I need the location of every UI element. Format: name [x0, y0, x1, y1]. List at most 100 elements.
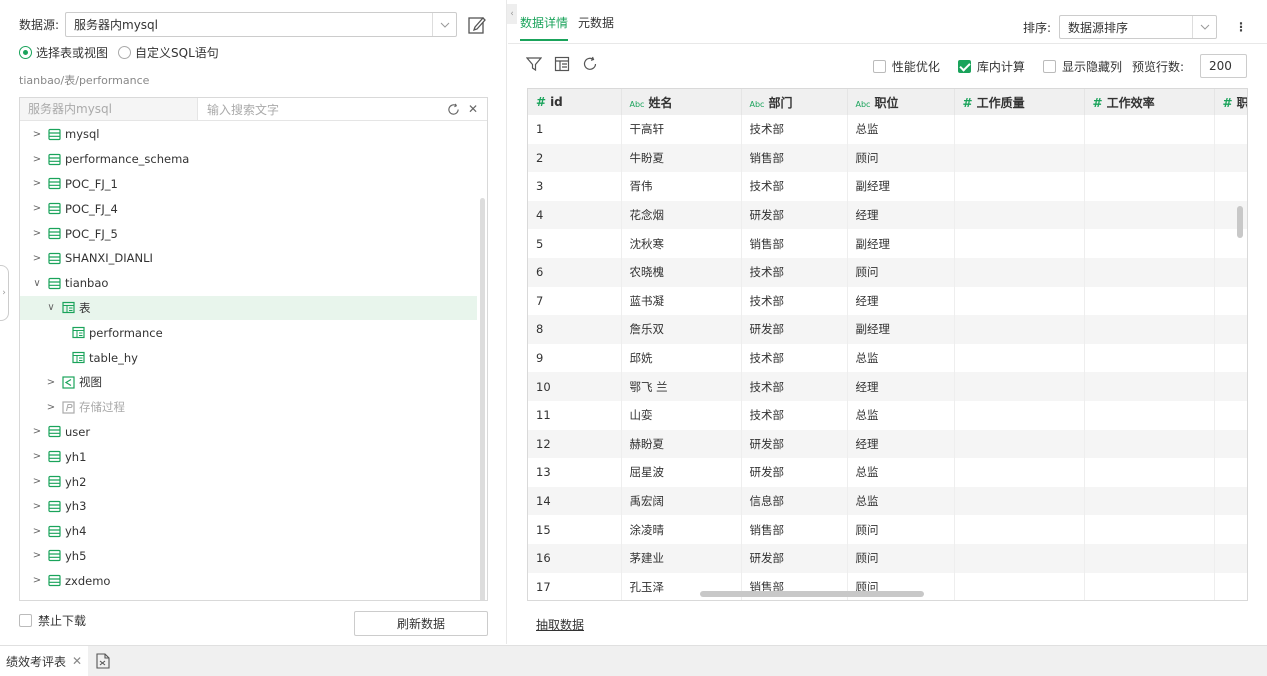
filter-icon[interactable]	[526, 56, 542, 72]
column-header[interactable]: # 工作质量	[954, 89, 1085, 115]
expand-handle[interactable]: ›	[0, 265, 9, 321]
sort-row: 排序: 数据源排序 ⋮	[1023, 15, 1247, 39]
tree-item[interactable]: > yh5	[20, 544, 477, 569]
table-row[interactable]: 11 山娈 技术部 总监	[528, 400, 1247, 430]
table-cell	[1214, 315, 1247, 344]
tree-item[interactable]: > mysql	[20, 122, 477, 147]
tree-item[interactable]: ∨ 表	[20, 295, 477, 321]
inmem-checkbox[interactable]	[957, 59, 971, 73]
close-icon[interactable]: ✕	[72, 654, 82, 668]
tree-item[interactable]: > user	[20, 420, 477, 445]
table-row[interactable]: 16 茅建业 研发部 顾问	[528, 543, 1247, 573]
table-row[interactable]: 6 农晓槐 技术部 顾问	[528, 257, 1247, 287]
chevron-right-icon[interactable]: >	[30, 526, 44, 537]
chevron-right-icon[interactable]: >	[30, 129, 44, 140]
tree-item[interactable]: > SHANXI_DIANLI	[20, 246, 477, 271]
tree-item[interactable]: ∨ tianbao	[20, 271, 477, 296]
chevron-right-icon[interactable]: >	[30, 203, 44, 214]
chevron-right-icon[interactable]: >	[30, 550, 44, 561]
chevron-right-icon[interactable]: >	[44, 402, 58, 413]
chevron-down-icon[interactable]	[1192, 16, 1216, 38]
chevron-down-icon[interactable]: ∨	[44, 302, 58, 313]
table-row[interactable]: 8 詹乐双 研发部 副经理	[528, 315, 1247, 344]
table-row[interactable]: 9 邱姺 技术部 总监	[528, 343, 1247, 373]
tree-item-label: yh1	[65, 449, 87, 464]
chevron-right-icon[interactable]: >	[30, 451, 44, 462]
tree-item[interactable]: > yh1	[20, 444, 477, 469]
hidden-cols-checkbox[interactable]	[1042, 59, 1056, 73]
table-row[interactable]: 12 赫盼夏 研发部 经理	[528, 429, 1247, 459]
perf-checkbox[interactable]	[872, 59, 886, 73]
table-row[interactable]: 1 干高轩 技术部 总监	[528, 115, 1247, 144]
number-type-icon: #	[962, 95, 973, 110]
database-icon	[48, 500, 61, 513]
column-settings-icon[interactable]	[554, 56, 570, 72]
mode-sql-radio[interactable]	[118, 46, 132, 59]
tree-item[interactable]: performance	[20, 320, 477, 345]
preview-rows-input[interactable]: 200	[1200, 54, 1247, 78]
column-header[interactable]: Abc 姓名	[621, 89, 742, 115]
chevron-down-icon[interactable]: ∨	[30, 278, 44, 289]
sort-select[interactable]: 数据源排序	[1059, 15, 1217, 39]
tree-item[interactable]: > yh4	[20, 519, 477, 544]
datasource-select[interactable]: 服务器内mysql	[65, 12, 457, 37]
chevron-right-icon[interactable]: >	[30, 253, 44, 264]
refresh-icon[interactable]	[582, 56, 598, 72]
new-sheet-icon[interactable]	[96, 653, 110, 669]
table-row[interactable]: 7 蓝书凝 技术部 经理	[528, 286, 1247, 316]
refresh-data-button[interactable]: 刷新数据	[354, 611, 488, 636]
disable-download-row: 禁止下载	[19, 612, 86, 629]
horizontal-scrollbar[interactable]	[700, 591, 924, 597]
tree-item[interactable]: > POC_FJ_5	[20, 221, 477, 246]
column-header[interactable]: Abc 部门	[741, 89, 848, 115]
chevron-right-icon[interactable]: >	[30, 426, 44, 437]
chevron-right-icon[interactable]: >	[30, 575, 44, 586]
tree-item[interactable]: > yh3	[20, 494, 477, 519]
table-row[interactable]: 15 涂凌晴 销售部 顾问	[528, 515, 1247, 544]
table-row[interactable]: 13 屈星波 研发部 总监	[528, 458, 1247, 487]
column-header[interactable]: # id	[528, 89, 622, 115]
disable-download-checkbox[interactable]	[19, 614, 32, 627]
tree-item[interactable]: > POC_FJ_4	[20, 196, 477, 221]
table-cell: 9	[528, 343, 622, 373]
tree-item[interactable]: > 视图	[20, 370, 477, 395]
mode-table-radio[interactable]	[19, 46, 32, 59]
table-row[interactable]: 14 禹宏阔 信息部 总监	[528, 486, 1247, 516]
tree-item[interactable]: > POC_FJ_1	[20, 172, 477, 197]
chevron-right-icon[interactable]: >	[30, 228, 44, 239]
chevron-right-icon[interactable]: >	[30, 476, 44, 487]
chevron-right-icon[interactable]: >	[30, 178, 44, 189]
table-cell	[1214, 400, 1247, 430]
tree-scrollbar[interactable]	[480, 198, 485, 600]
chevron-down-icon[interactable]	[432, 13, 456, 36]
table-row[interactable]: 10 鄂飞 兰技术部 经理	[528, 372, 1247, 401]
table-row[interactable]: 4 花念烟 研发部 经理	[528, 200, 1247, 230]
tree-item[interactable]: > yh2	[20, 469, 477, 494]
more-icon[interactable]: ⋮	[1235, 20, 1247, 34]
column-header[interactable]: # 工作效率	[1084, 89, 1215, 115]
table-row[interactable]: 5 沈秋寒 销售部 副经理	[528, 229, 1247, 258]
column-header[interactable]: # 职	[1214, 89, 1247, 115]
table-row[interactable]: 2 牛盼夏 销售部 顾问	[528, 143, 1247, 173]
table-cell: 7	[528, 286, 622, 316]
tree-item[interactable]: > 存储过程	[20, 395, 477, 420]
chevron-right-icon[interactable]: >	[30, 154, 44, 165]
tree-item[interactable]: > performance_schema	[20, 147, 477, 172]
chevron-right-icon[interactable]: >	[30, 501, 44, 512]
table-cell	[1214, 458, 1247, 487]
tab-metadata[interactable]: 元数据	[578, 14, 614, 41]
refresh-icon[interactable]	[447, 103, 460, 116]
table-row[interactable]: 3 胥伟 技术部 副经理	[528, 172, 1247, 201]
chevron-right-icon[interactable]: >	[44, 377, 58, 388]
close-icon[interactable]: ✕	[468, 102, 478, 116]
tree-item[interactable]: table_hy	[20, 345, 477, 370]
table-cell: 12	[528, 429, 622, 459]
vertical-scrollbar[interactable]	[1237, 206, 1243, 238]
tree-item[interactable]: > zxdemo	[20, 568, 477, 593]
sheet-tab[interactable]: 绩效考评表 ✕	[0, 646, 89, 676]
edit-icon[interactable]	[467, 15, 487, 35]
column-header[interactable]: Abc 职位	[847, 89, 955, 115]
tab-data-detail[interactable]: 数据详情	[520, 14, 569, 41]
extract-data-link[interactable]: 抽取数据	[536, 616, 584, 633]
search-input[interactable]: 输入搜索文字	[198, 101, 447, 118]
